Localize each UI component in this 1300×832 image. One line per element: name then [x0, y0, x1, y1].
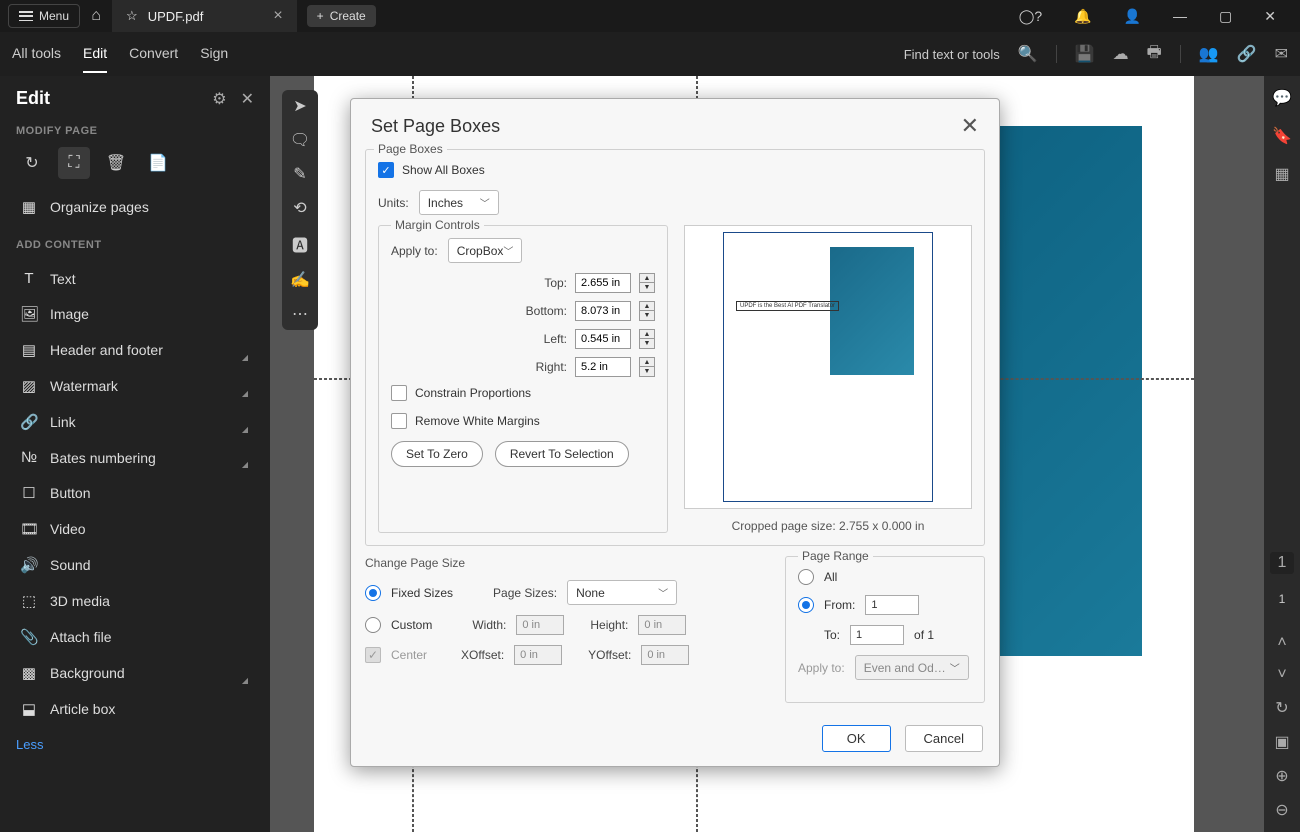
pr-apply-select[interactable]: Even and Odd Page ﹀ [855, 655, 969, 680]
xoffset-input[interactable] [514, 645, 562, 665]
page-sizes-label: Page Sizes: [493, 586, 557, 600]
yoffset-label: YOffset: [588, 648, 631, 662]
from-label: From: [824, 598, 855, 612]
margin-controls-box: Margin Controls Apply to: CropBox ﹀ [378, 225, 668, 533]
units-select[interactable]: Inches ﹀ [419, 190, 499, 215]
bottom-spinner[interactable]: ▲▼ [639, 301, 655, 321]
width-label: Width: [472, 618, 506, 632]
dialog-header: Set Page Boxes ✕ [351, 99, 999, 149]
of-label: of 1 [914, 628, 934, 642]
show-all-boxes-checkbox[interactable]: ✓ [378, 162, 394, 178]
apply-to-label: Apply to: [391, 244, 438, 258]
right-input[interactable] [575, 357, 631, 377]
top-input[interactable] [575, 273, 631, 293]
margin-controls-legend: Margin Controls [391, 218, 484, 232]
cropped-caption: Cropped page size: 2.755 x 0.000 in [684, 519, 972, 533]
chevron-down-icon: ﹀ [658, 585, 668, 600]
preview-image [830, 247, 914, 375]
custom-radio[interactable] [365, 617, 381, 633]
top-label: Top: [544, 276, 567, 290]
page-boxes-legend: Page Boxes [374, 142, 447, 156]
remove-white-checkbox[interactable] [391, 413, 407, 429]
dialog-close-icon[interactable]: ✕ [961, 113, 979, 139]
cancel-button[interactable]: Cancel [905, 725, 983, 752]
show-all-label: Show All Boxes [402, 163, 485, 177]
chevron-down-icon: ﹀ [503, 243, 513, 258]
preview-column: UPDF is the Best AI PDF Translator Cropp… [684, 225, 972, 533]
ok-button[interactable]: OK [822, 725, 891, 752]
change-size-label: Change Page Size [365, 556, 765, 570]
yoffset-input[interactable] [641, 645, 689, 665]
to-input[interactable] [850, 625, 904, 645]
custom-label: Custom [391, 618, 432, 632]
left-spinner[interactable]: ▲▼ [639, 329, 655, 349]
page-sizes-select[interactable]: None ﹀ [567, 580, 677, 605]
fixed-sizes-label: Fixed Sizes [391, 586, 453, 600]
chevron-down-icon: ﹀ [950, 660, 960, 675]
preview-text: UPDF is the Best AI PDF Translator [736, 301, 839, 311]
page-range-box: Page Range All From: To: [785, 556, 985, 703]
pr-apply-label: Apply to: [798, 661, 845, 675]
right-spinner[interactable]: ▲▼ [639, 357, 655, 377]
dialog-title: Set Page Boxes [371, 116, 500, 137]
remove-white-label: Remove White Margins [415, 414, 540, 428]
left-label: Left: [544, 332, 567, 346]
from-radio[interactable] [798, 597, 814, 613]
bottom-label: Bottom: [526, 304, 567, 318]
from-input[interactable] [865, 595, 919, 615]
dialog-overlay: Set Page Boxes ✕ Page Boxes ✓ Show All B… [0, 0, 1300, 832]
preview-box: UPDF is the Best AI PDF Translator [684, 225, 972, 509]
change-page-size: Change Page Size Fixed Sizes Page Sizes:… [365, 556, 765, 703]
width-input[interactable] [516, 615, 564, 635]
set-to-zero-button[interactable]: Set To Zero [391, 441, 483, 467]
center-checkbox: ✓ [365, 647, 381, 663]
fixed-sizes-radio[interactable] [365, 585, 381, 601]
center-label: Center [391, 648, 427, 662]
apply-to-select[interactable]: CropBox ﹀ [448, 238, 523, 263]
dialog-footer: OK Cancel [351, 715, 999, 766]
right-label: Right: [536, 360, 567, 374]
revert-button[interactable]: Revert To Selection [495, 441, 629, 467]
height-input[interactable] [638, 615, 686, 635]
page-boxes-fieldset: Page Boxes ✓ Show All Boxes Units: Inche… [365, 149, 985, 546]
all-radio[interactable] [798, 569, 814, 585]
units-label: Units: [378, 196, 409, 210]
height-label: Height: [590, 618, 628, 632]
all-label: All [824, 570, 837, 584]
set-page-boxes-dialog: Set Page Boxes ✕ Page Boxes ✓ Show All B… [350, 98, 1000, 767]
constrain-checkbox[interactable] [391, 385, 407, 401]
preview-page: UPDF is the Best AI PDF Translator [723, 232, 933, 502]
top-spinner[interactable]: ▲▼ [639, 273, 655, 293]
page-range-legend: Page Range [798, 549, 873, 563]
chevron-down-icon: ﹀ [480, 195, 490, 210]
to-label: To: [824, 628, 840, 642]
constrain-label: Constrain Proportions [415, 386, 531, 400]
left-input[interactable] [575, 329, 631, 349]
xoffset-label: XOffset: [461, 648, 504, 662]
bottom-input[interactable] [575, 301, 631, 321]
